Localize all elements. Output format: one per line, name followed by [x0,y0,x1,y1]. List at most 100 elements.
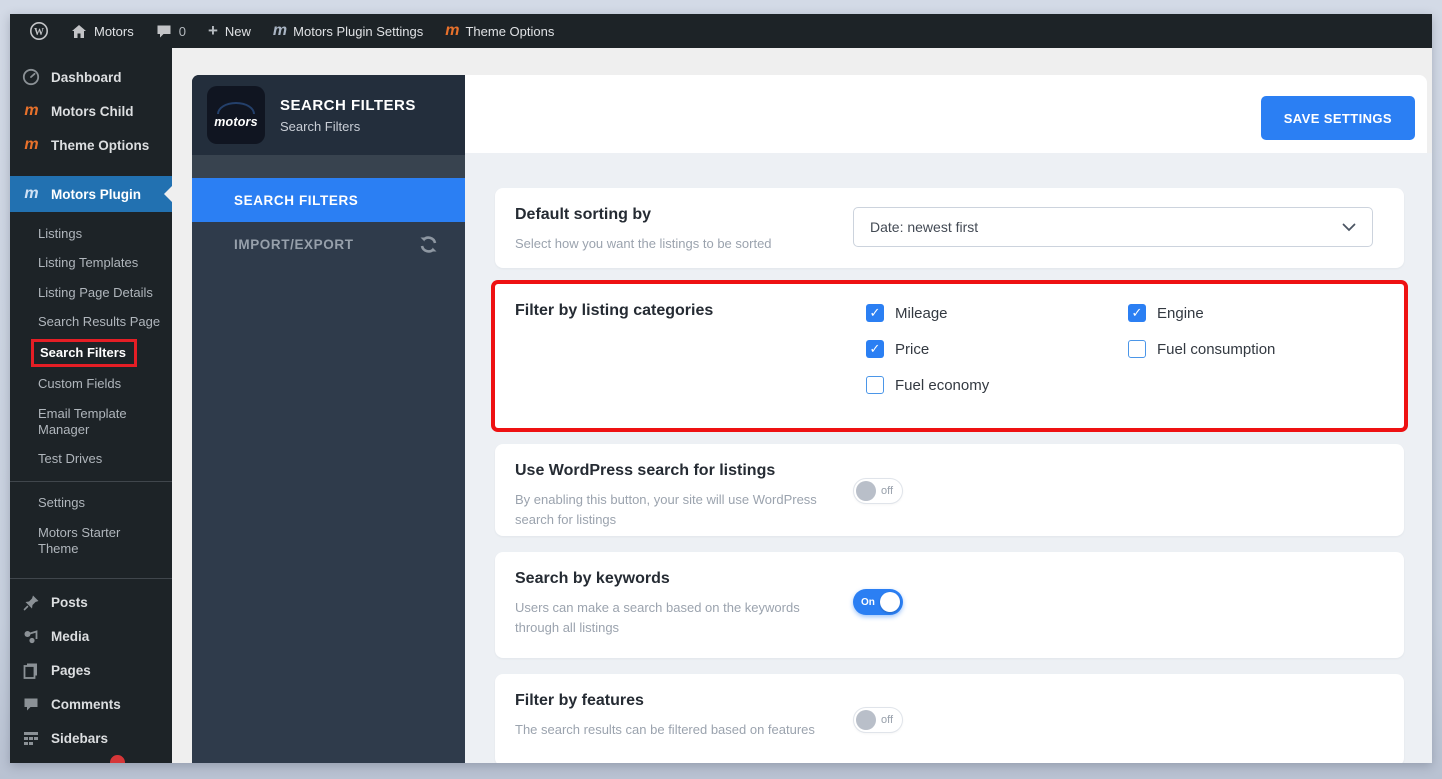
panel-header: motors SEARCH FILTERS Search Filters [192,75,465,155]
motors-m-icon: m [445,22,459,39]
sidebar-item-custom-fields[interactable]: Custom Fields [10,370,172,399]
card-wordpress-search: Use WordPress search for listings By ena… [495,444,1404,536]
price-checkbox[interactable] [866,340,884,358]
sidebar-item-pages[interactable]: Pages [10,653,172,687]
toggle-knob [880,592,900,612]
grid-icon [21,731,41,745]
sidebar-group-divider [10,578,172,579]
sidebar-item-label: Pages [51,662,91,678]
panel-header-band [192,155,465,178]
fuel-consumption-checkbox[interactable] [1128,340,1146,358]
search-filters-panel-sidebar: motors SEARCH FILTERS Search Filters SEA… [192,75,465,763]
sidebar-item-label: Dashboard [51,69,122,85]
pin-icon [21,594,41,611]
filter-by-features-toggle[interactable]: off [853,707,903,733]
select-value: Date: newest first [870,219,979,235]
card-default-sorting: Default sorting by Select how you want t… [495,188,1404,268]
wordpress-logo-menu[interactable]: W [18,14,60,48]
motors-plugin-settings-menu[interactable]: m Motors Plugin Settings [262,14,434,48]
checkbox-row-fuel-economy[interactable]: Fuel economy [866,374,1128,396]
comment-icon [157,25,171,37]
tab-search-filters[interactable]: SEARCH FILTERS [192,178,465,222]
setting-description: Select how you want the listings to be s… [515,236,772,251]
sidebar-item-motors-child[interactable]: m Motors Child [10,94,172,128]
sidebar-item-search-filters[interactable]: Search Filters [10,337,172,370]
motors-m-icon: m [24,136,38,153]
sync-icon [420,235,437,253]
setting-title: Search by keywords [515,570,670,587]
setting-title: Filter by features [515,692,644,709]
search-by-keywords-toggle[interactable]: On [853,589,903,615]
sidebar-item-test-drives[interactable]: Test Drives [10,445,172,474]
fuel-economy-checkbox[interactable] [866,376,884,394]
checkbox-label: Price [895,340,930,358]
toggle-knob [856,481,876,501]
motors-plugin-submenu: Listings Listing Templates Listing Page … [10,212,172,568]
dashboard-icon [21,68,41,86]
sidebar-item-search-results-page[interactable]: Search Results Page [10,308,172,337]
motors-logo: motors [207,86,265,144]
sidebar-item-megamenu[interactable]: MegaMenu [10,755,172,763]
sidebar-item-dashboard[interactable]: Dashboard [10,60,172,94]
sidebar-item-theme-options[interactable]: m Theme Options [10,128,172,162]
motors-m-icon: m [24,185,38,202]
checkbox-label: Fuel consumption [1157,340,1276,358]
save-settings-button[interactable]: SAVE SETTINGS [1260,96,1415,140]
sidebar-item-motors-starter-theme[interactable]: Motors Starter Theme [10,519,172,565]
toggle-state-label: off [881,485,894,497]
sidebar-item-label: Motors Plugin [51,186,141,202]
site-name: Motors [94,23,134,39]
sidebar-item-listings[interactable]: Listings [10,220,172,249]
new-menu[interactable]: + New [197,14,262,48]
sidebar-item-listing-page-details[interactable]: Listing Page Details [10,279,172,308]
settings-header: SAVE SETTINGS [465,75,1427,153]
update-count-badge [110,755,125,763]
chevron-down-icon [1342,223,1356,231]
checkbox-label: Fuel economy [895,376,990,394]
panel-subtitle: Search Filters [280,118,361,134]
car-silhouette-icon [217,101,255,114]
site-menu[interactable]: Motors [60,14,145,48]
sidebar-item-posts[interactable]: Posts [10,585,172,619]
sidebar-item-motors-plugin[interactable]: m Motors Plugin [10,176,172,212]
sidebar-item-listing-templates[interactable]: Listing Templates [10,249,172,278]
sidebar-item-label: Posts [51,594,88,610]
card-filter-by-listing-categories: Filter by listing categories Mileage Pri… [495,284,1404,428]
sidebar-item-settings[interactable]: Settings [10,489,172,518]
settings-content: Default sorting by Select how you want t… [465,153,1432,763]
motors-logo-text: motors [214,114,258,129]
card-search-by-keywords: Search by keywords Users can make a sear… [495,552,1404,658]
plus-icon: + [207,20,218,40]
toggle-state-label: On [861,596,875,608]
tab-label: IMPORT/EXPORT [234,236,354,252]
motors-m-icon: m [272,22,287,39]
wordpress-logo-icon: W [30,22,48,40]
checkbox-row-mileage[interactable]: Mileage [866,302,1128,324]
panel-title: SEARCH FILTERS [280,96,416,114]
mileage-checkbox[interactable] [866,304,884,322]
checkbox-row-price[interactable]: Price [866,338,1128,360]
admin-bar: W Motors 0 + New m Motors Plugin Setting… [10,14,1432,48]
sidebar-item-email-template-manager[interactable]: Email Template Manager [10,400,172,446]
search-filters-highlight-box: Search Filters [31,339,137,368]
checkbox-row-fuel-consumption[interactable]: Fuel consumption [1128,338,1390,360]
sidebar-item-media[interactable]: Media [10,619,172,653]
setting-description: The search results can be filtered based… [515,722,815,737]
sidebar-item-comments[interactable]: Comments [10,687,172,721]
checkbox-row-engine[interactable]: Engine [1128,302,1390,324]
tab-import-export[interactable]: IMPORT/EXPORT [192,222,465,266]
wordpress-search-toggle[interactable]: off [853,478,903,504]
default-sorting-select[interactable]: Date: newest first [853,207,1373,247]
wordpress-admin-window: W Motors 0 + New m Motors Plugin Setting… [10,14,1432,763]
comments-menu[interactable]: 0 [145,14,197,48]
engine-checkbox[interactable] [1128,304,1146,322]
checkbox-label: Engine [1157,304,1204,322]
sidebar-item-sidebars[interactable]: Sidebars [10,721,172,755]
motors-m-icon: m [24,102,38,119]
comment-count: 0 [178,23,186,39]
theme-options-menu[interactable]: m Theme Options [434,14,565,48]
sidebar-item-label: Sidebars [51,730,109,746]
toggle-state-label: off [881,714,894,726]
wp-admin-sidebar: Dashboard m Motors Child m Theme Options… [10,48,172,763]
toggle-knob [856,710,876,730]
